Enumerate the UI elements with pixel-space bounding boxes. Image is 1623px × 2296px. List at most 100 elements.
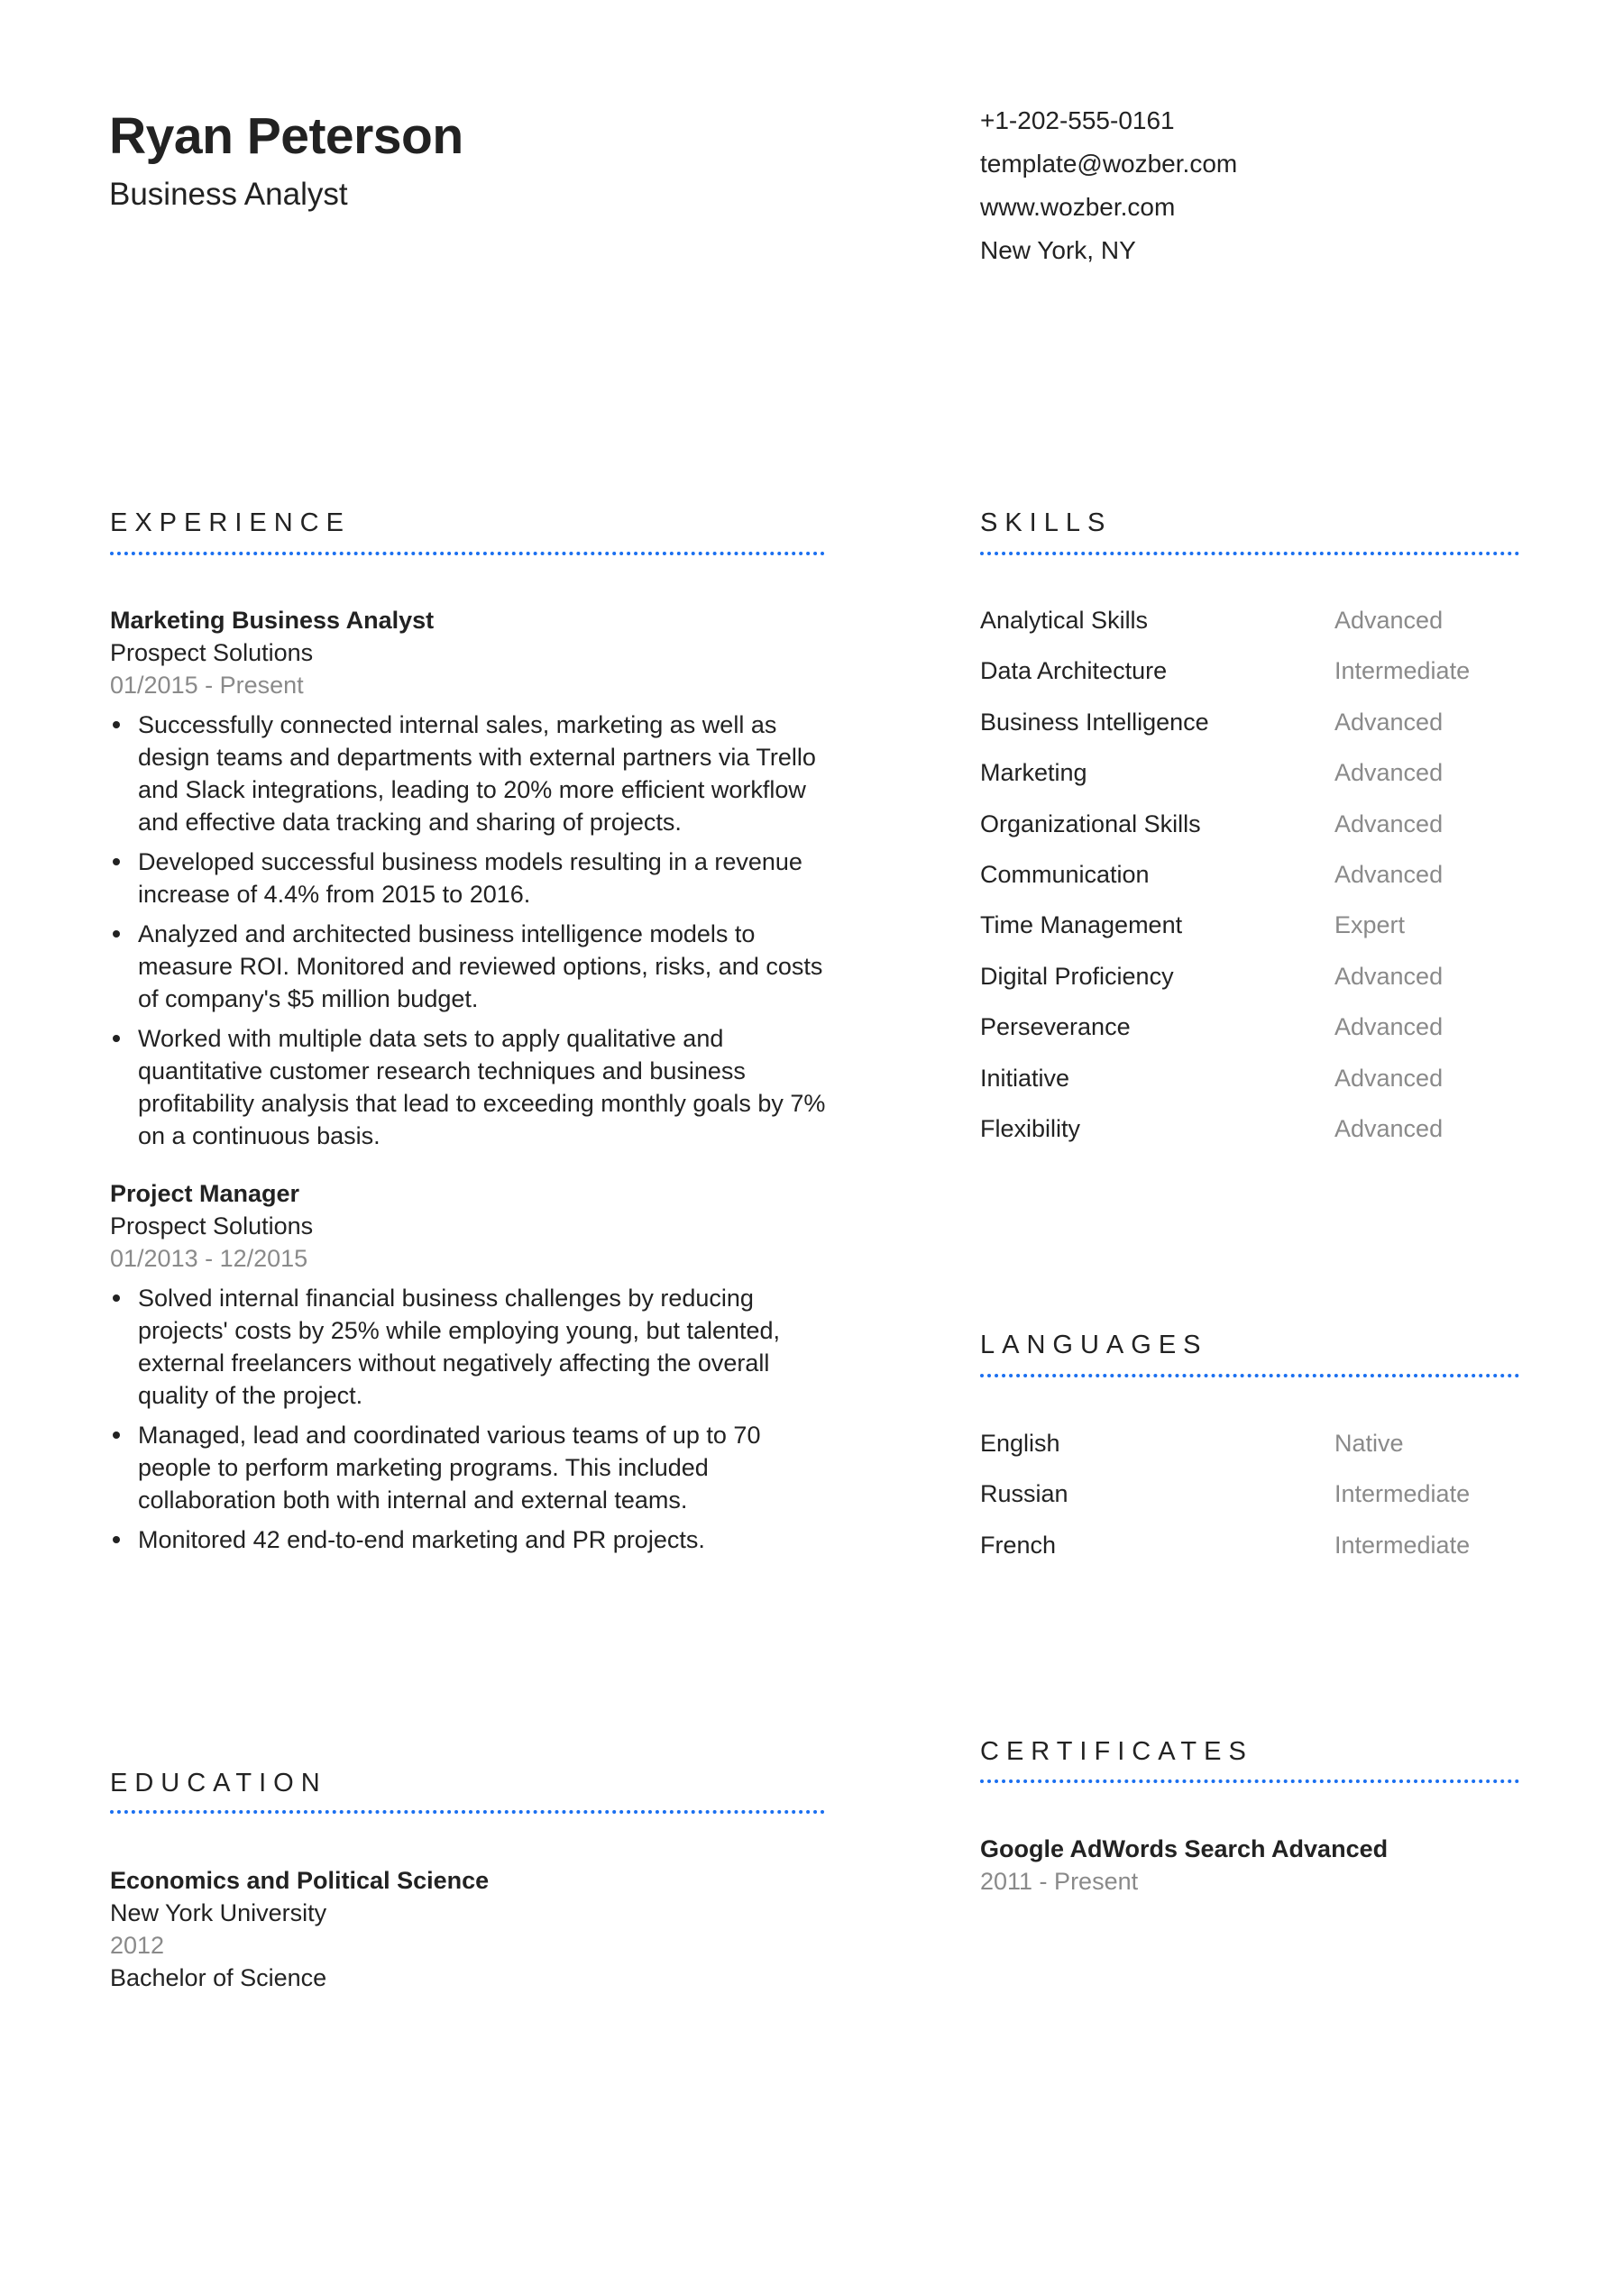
skill-row: Initiative Advanced xyxy=(980,1062,1521,1112)
job-bullets: Solved internal financial business chall… xyxy=(110,1282,831,1556)
job-bullets: Successfully connected internal sales, m… xyxy=(110,709,831,1152)
language-level: Intermediate xyxy=(1334,1531,1471,1559)
job-dates: 01/2015 - Present xyxy=(110,672,304,699)
job-bullet-text: Successfully connected internal sales, m… xyxy=(138,711,816,836)
skill-name: Digital Proficiency xyxy=(980,962,1174,990)
skill-row: Perseverance Advanced xyxy=(980,1011,1521,1061)
skill-level: Expert xyxy=(1334,911,1406,939)
bullet-icon xyxy=(113,1035,120,1042)
job-bullet: Solved internal financial business chall… xyxy=(110,1282,831,1412)
skill-name: Flexibility xyxy=(980,1114,1081,1142)
job-bullet-text: Worked with multiple data sets to apply … xyxy=(138,1025,826,1149)
job-entry: Project Manager Prospect Solutions 01/20… xyxy=(110,1177,831,1556)
job-bullet-text: Analyzed and architected business intell… xyxy=(138,920,823,1012)
job-title: Marketing Business Analyst xyxy=(110,607,435,634)
contact-location: New York, NY xyxy=(980,236,1136,264)
experience-heading: EXPERIENCE xyxy=(110,508,351,537)
skill-name: Marketing xyxy=(980,759,1087,787)
languages-list: English Native Russian Intermediate French… xyxy=(980,1427,1521,1579)
certificates-heading: CERTIFICATES xyxy=(980,1737,1253,1766)
job-company: Prospect Solutions xyxy=(110,1212,314,1239)
job-bullet: Monitored 42 end-to-end marketing and PR… xyxy=(110,1523,831,1556)
language-row: Russian Intermediate xyxy=(980,1477,1521,1528)
job-title: Project Manager xyxy=(110,1180,300,1207)
skill-row: Analytical Skills Advanced xyxy=(980,604,1521,654)
bullet-icon xyxy=(113,858,120,865)
job-bullet: Worked with multiple data sets to apply … xyxy=(110,1022,831,1152)
skill-name: Organizational Skills xyxy=(980,810,1201,837)
education-divider xyxy=(110,1810,825,1814)
contact-phone[interactable]: +1-202-555-0161 xyxy=(980,105,1237,148)
languages-divider xyxy=(980,1374,1519,1377)
certificates-divider xyxy=(980,1779,1519,1783)
education-entry: Economics and Political Science New York… xyxy=(110,1864,831,1994)
skill-name: Data Architecture xyxy=(980,657,1168,685)
job-bullet-text: Solved internal financial business chall… xyxy=(138,1285,781,1409)
certificate-dates: 2011 - Present xyxy=(980,1868,1139,1895)
language-level: Intermediate xyxy=(1334,1480,1471,1508)
contact-block: +1-202-555-0161 template@wozber.com www.… xyxy=(980,105,1237,278)
language-level: Native xyxy=(1334,1430,1404,1457)
contact-website[interactable]: www.wozber.com xyxy=(980,191,1237,234)
language-name: Russian xyxy=(980,1480,1068,1508)
job-bullet-text: Developed successful business models res… xyxy=(138,848,802,908)
skill-name: Communication xyxy=(980,860,1150,888)
skills-list: Analytical Skills Advanced Data Architect… xyxy=(980,604,1521,1163)
job-bullet: Developed successful business models res… xyxy=(110,846,831,910)
skill-name: Time Management xyxy=(980,911,1183,939)
skill-level: Advanced xyxy=(1334,607,1444,634)
skill-name: Initiative xyxy=(980,1064,1070,1092)
skill-row: Time Management Expert xyxy=(980,909,1521,959)
contact-email[interactable]: template@wozber.com xyxy=(980,148,1237,191)
skill-row: Marketing Advanced xyxy=(980,756,1521,807)
education-heading: EDUCATION xyxy=(110,1769,327,1797)
skill-row: Flexibility Advanced xyxy=(980,1112,1521,1163)
language-name: English xyxy=(980,1430,1060,1457)
language-name: French xyxy=(980,1531,1057,1559)
bullet-icon xyxy=(113,1294,120,1302)
job-dates: 01/2013 - 12/2015 xyxy=(110,1245,308,1272)
skill-name: Analytical Skills xyxy=(980,607,1149,634)
job-bullet: Successfully connected internal sales, m… xyxy=(110,709,831,838)
certificate-entry: Google AdWords Search Advanced 2011 - Pr… xyxy=(980,1833,1521,1898)
education-field: Economics and Political Science xyxy=(110,1867,490,1894)
skill-row: Digital Proficiency Advanced xyxy=(980,960,1521,1011)
skill-row: Organizational Skills Advanced xyxy=(980,808,1521,858)
job-bullet-text: Monitored 42 end-to-end marketing and PR… xyxy=(138,1526,705,1553)
job-bullet: Managed, lead and coordinated various te… xyxy=(110,1419,831,1516)
skill-row: Communication Advanced xyxy=(980,858,1521,909)
education-school: New York University xyxy=(110,1899,327,1926)
job-entry: Marketing Business Analyst Prospect Solu… xyxy=(110,604,831,1152)
skills-heading: SKILLS xyxy=(980,508,1113,537)
skill-level: Advanced xyxy=(1334,1064,1444,1092)
languages-heading: LANGUAGES xyxy=(980,1331,1208,1359)
bullet-icon xyxy=(113,1536,120,1543)
bullet-icon xyxy=(113,721,120,728)
job-company: Prospect Solutions xyxy=(110,639,314,666)
language-row: French Intermediate xyxy=(980,1529,1521,1579)
skill-level: Advanced xyxy=(1334,810,1444,837)
bullet-icon xyxy=(113,930,120,938)
job-bullet-text: Managed, lead and coordinated various te… xyxy=(138,1422,761,1514)
candidate-title: Business Analyst xyxy=(109,177,348,212)
skill-level: Advanced xyxy=(1334,1013,1444,1041)
skill-name: Perseverance xyxy=(980,1013,1131,1041)
bullet-icon xyxy=(113,1432,120,1439)
skill-name: Business Intelligence xyxy=(980,708,1209,736)
candidate-name: Ryan Peterson xyxy=(109,107,463,165)
skill-row: Data Architecture Intermediate xyxy=(980,654,1521,705)
skill-level: Intermediate xyxy=(1334,657,1471,685)
skill-level: Advanced xyxy=(1334,759,1444,787)
skill-level: Advanced xyxy=(1334,1114,1444,1142)
skill-row: Business Intelligence Advanced xyxy=(980,706,1521,756)
skill-level: Advanced xyxy=(1334,708,1444,736)
skills-divider xyxy=(980,552,1519,555)
job-bullet: Analyzed and architected business intell… xyxy=(110,918,831,1015)
education-degree: Bachelor of Science xyxy=(110,1964,327,1991)
skill-level: Advanced xyxy=(1334,962,1444,990)
experience-list: Marketing Business Analyst Prospect Solu… xyxy=(110,604,831,1581)
education-year: 2012 xyxy=(110,1932,165,1959)
experience-divider xyxy=(110,552,825,555)
language-row: English Native xyxy=(980,1427,1521,1477)
skill-level: Advanced xyxy=(1334,860,1444,888)
